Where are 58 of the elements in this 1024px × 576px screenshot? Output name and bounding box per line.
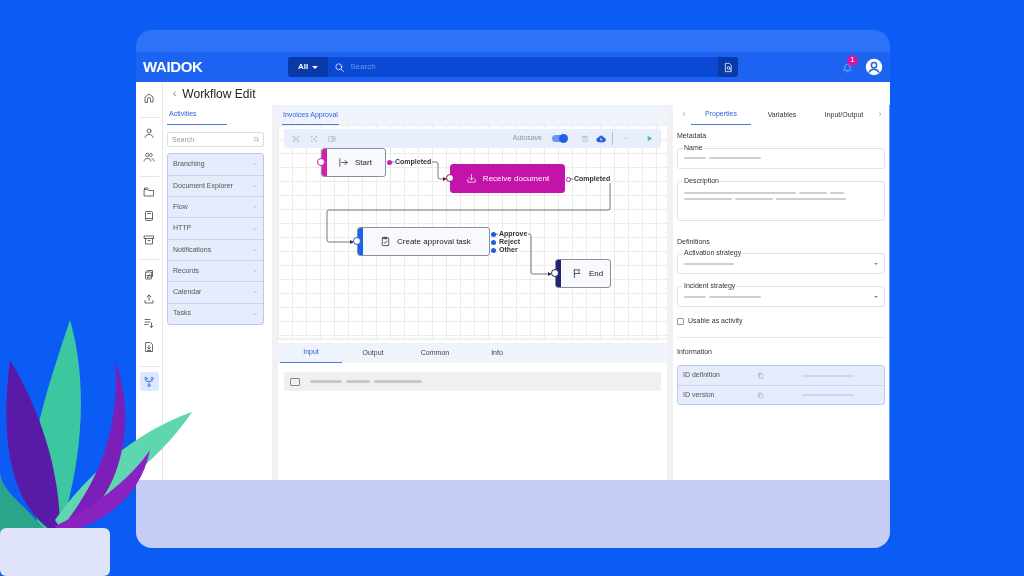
back-button[interactable]: ‹ (173, 86, 177, 101)
output-port (387, 160, 392, 165)
search-bar[interactable]: All Search (288, 57, 738, 77)
scope-dropdown[interactable]: All (288, 57, 329, 77)
skeleton-line (802, 374, 854, 377)
input-port (317, 158, 325, 166)
input-port (446, 174, 454, 182)
workflow-node[interactable]: Start (321, 148, 386, 177)
search-icon (334, 61, 346, 73)
skeleton-line (346, 380, 370, 383)
skeleton-line (802, 394, 854, 396)
play-icon[interactable] (646, 135, 653, 142)
search-field[interactable]: Search (345, 61, 718, 73)
skeleton-line (776, 197, 846, 200)
workflow-icon (143, 375, 155, 388)
avatar-icon[interactable] (865, 58, 883, 76)
upload-icon (143, 292, 155, 305)
input-port (551, 269, 559, 277)
list-icon (143, 316, 155, 329)
skeleton-line (709, 295, 761, 298)
transfer-icon (143, 268, 155, 281)
start-arrow-icon (338, 157, 349, 168)
skeleton-line (709, 157, 761, 159)
nav-rail-item[interactable] (139, 372, 159, 391)
skeleton-line (684, 262, 734, 265)
download-icon (465, 173, 477, 184)
skeleton-line (684, 157, 706, 159)
clipboard-check-icon (380, 236, 391, 247)
skeleton-line (735, 197, 773, 200)
skeleton-line (684, 295, 706, 298)
skeleton-line (830, 191, 844, 194)
notification-badge: 1 (847, 54, 858, 66)
bell-icon[interactable] (842, 61, 853, 73)
page-title: Workflow Edit (182, 85, 256, 103)
cloud-upload-icon[interactable] (596, 133, 606, 144)
skeleton-line (310, 380, 342, 383)
user-icon (143, 126, 155, 139)
home-icon (143, 91, 155, 104)
users-icon (143, 150, 155, 163)
folder-icon (143, 185, 155, 198)
autosave-toggle[interactable] (552, 135, 567, 142)
checkbox[interactable] (290, 377, 300, 386)
skeleton-line (374, 380, 422, 383)
skeleton-line (799, 191, 827, 194)
file-download-icon (143, 340, 155, 353)
logo: WAIDOK (143, 56, 204, 77)
input-port (353, 237, 361, 245)
archive-icon (143, 233, 155, 246)
workflow-node[interactable]: Receive document (450, 164, 565, 193)
document-search-icon[interactable] (722, 61, 734, 73)
output-port (566, 177, 571, 182)
search-icon (253, 135, 260, 143)
workflow-node[interactable]: Create approval task (357, 227, 490, 256)
workflow-node[interactable]: End (555, 259, 611, 288)
book-icon (143, 209, 155, 222)
checkbox[interactable] (677, 317, 684, 325)
flag-icon (572, 268, 583, 279)
skeleton-line (684, 197, 732, 200)
